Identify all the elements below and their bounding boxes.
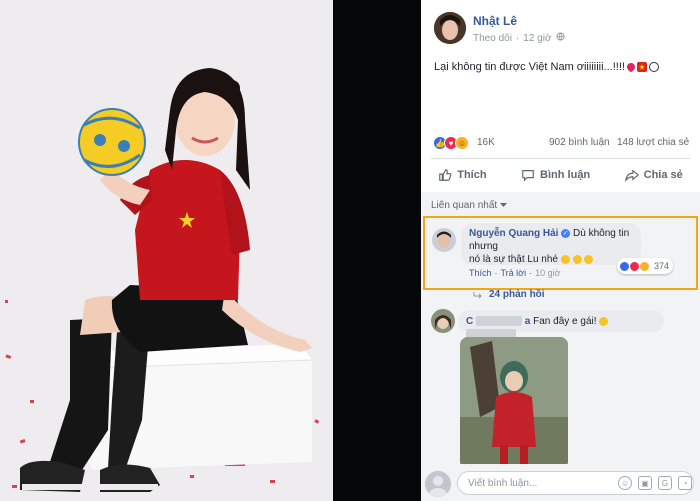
- follow-link[interactable]: Theo dõi: [473, 33, 512, 44]
- globe-icon: [555, 32, 565, 44]
- second-commenter-avatar[interactable]: [431, 309, 455, 333]
- vietnam-flag-icon: [636, 62, 647, 72]
- dot-separator: ·: [515, 32, 520, 44]
- reply-arrow-icon: [473, 291, 482, 298]
- laughing-emoji-icon: [572, 254, 582, 264]
- comment-button[interactable]: Bình luận: [521, 168, 590, 182]
- viewer-backdrop: [333, 0, 421, 501]
- comment-time[interactable]: 10 giờ: [535, 268, 560, 278]
- composer-tools: ☺ ▣ G ◔: [618, 476, 692, 490]
- comment-label: Bình luận: [540, 169, 591, 181]
- comment-reaction-count: 374: [654, 261, 670, 271]
- divider: [431, 158, 690, 159]
- comments-count[interactable]: 902 bình luận: [549, 137, 610, 148]
- sticker-icon[interactable]: ◔: [678, 476, 692, 490]
- highlighted-comment: Nguyễn Quang Hải ✓ Dù không tin nhưng nó…: [423, 216, 698, 290]
- share-label: Chia sẻ: [643, 169, 683, 181]
- reactions-summary: 👍 ♥ ☺ 16K 902 bình luận 148 lượt chia sẻ: [421, 135, 700, 153]
- second-commenter-name-start[interactable]: C: [466, 316, 473, 327]
- soccer-ball-icon: [648, 62, 659, 72]
- commenter-avatar[interactable]: [432, 228, 456, 252]
- camera-icon[interactable]: ▣: [638, 476, 652, 490]
- comment-photo[interactable]: [460, 337, 568, 469]
- second-comment-text: Fan đây e gái!: [533, 316, 597, 327]
- child-photo-illustration: [460, 337, 568, 469]
- caret-down-icon: [500, 203, 508, 207]
- gif-icon[interactable]: G: [658, 476, 672, 490]
- comments-section: Liên quan nhất Nguyễn Quang Hải ✓ Dù khô…: [421, 192, 700, 501]
- haha-reaction-icon: [639, 260, 650, 272]
- laughing-emoji-icon: [584, 254, 594, 264]
- post-header: Nhật Lê Theo dõi · 12 giờ: [421, 0, 700, 52]
- verified-badge-icon: ✓: [561, 228, 571, 238]
- heart-emoji-icon: [625, 61, 637, 73]
- laughing-emoji-icon: [599, 316, 609, 326]
- author-avatar[interactable]: [434, 12, 466, 44]
- share-button[interactable]: Chia sẻ: [624, 168, 683, 182]
- comment-bubble: Nguyễn Quang Hải ✓ Dù không tin nhưng nó…: [461, 223, 641, 265]
- comment-actions: Thích · Trả lời · 10 giờ: [469, 268, 561, 278]
- haha-reaction-icon: ☺: [455, 136, 469, 150]
- view-replies-link[interactable]: 24 phản hồi: [473, 289, 545, 300]
- thumbs-up-icon: [439, 169, 452, 181]
- comment-reply-link[interactable]: Trả lời: [501, 268, 527, 278]
- post-meta: Theo dõi · 12 giờ: [473, 32, 565, 44]
- post-text: Lại không tin được Việt Nam ơiiiiiiii...…: [434, 61, 659, 73]
- share-icon: [624, 169, 639, 182]
- second-comment-bubble: C a Fan đây e gái!: [458, 310, 664, 340]
- comment-like-link[interactable]: Thích: [469, 268, 492, 278]
- second-commenter-name-end[interactable]: a: [525, 316, 531, 327]
- post-action-bar: Thích Bình luận Chia sẻ: [421, 163, 700, 187]
- shares-count[interactable]: 148 lượt chia sẻ: [617, 137, 689, 148]
- post-text-content: Lại không tin được Việt Nam ơiiiiiiii...…: [434, 61, 625, 73]
- comment-reactions[interactable]: 374: [617, 258, 674, 274]
- commenter-name[interactable]: Nguyễn Quang Hải: [469, 228, 558, 239]
- laughing-emoji-icon: [560, 254, 570, 264]
- reaction-icons[interactable]: 👍 ♥ ☺: [433, 136, 469, 150]
- like-label: Thích: [457, 169, 487, 181]
- comment-sort-dropdown[interactable]: Liên quan nhất: [431, 200, 508, 211]
- author-name[interactable]: Nhật Lê: [473, 14, 517, 28]
- comment-icon: [522, 170, 534, 182]
- redacted-name: [476, 316, 523, 327]
- replies-count: 24 phản hồi: [489, 289, 545, 300]
- post-panel: Nhật Lê Theo dõi · 12 giờ Lại không tin …: [421, 0, 700, 501]
- photo-illustration: [0, 0, 333, 501]
- like-button[interactable]: Thích: [438, 168, 487, 182]
- post-time[interactable]: 12 giờ: [523, 33, 551, 44]
- current-user-avatar[interactable]: [425, 471, 451, 497]
- photo-viewer: Nhật Lê Theo dõi · 12 giờ Lại không tin …: [0, 0, 700, 501]
- sort-label: Liên quan nhất: [431, 200, 498, 211]
- main-photo[interactable]: [0, 0, 333, 501]
- reaction-count[interactable]: 16K: [477, 137, 495, 148]
- comment-composer: Viết bình luận... ☺ ▣ G ◔: [421, 464, 700, 501]
- comment-text-line2: nó là sự thật Lu nhé: [469, 254, 558, 265]
- emoji-icon[interactable]: ☺: [618, 476, 632, 490]
